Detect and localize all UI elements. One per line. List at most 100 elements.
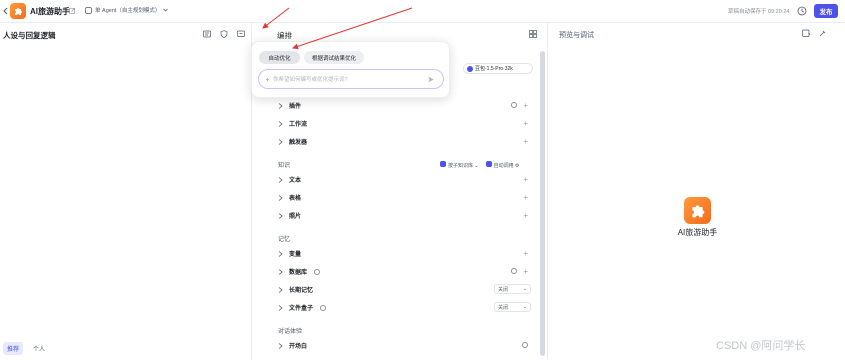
knowledge-row-label: 照片 bbox=[289, 214, 302, 220]
skill-row-workflow[interactable]: 工作流 + bbox=[278, 115, 534, 132]
chevron-down-icon bbox=[163, 8, 169, 12]
knowledge-icon bbox=[440, 161, 446, 167]
knowledge-auto-label: 自动调用 bbox=[493, 163, 514, 169]
optimize-prompt-input[interactable]: 你希望如何编写或优化提示词? bbox=[258, 69, 444, 89]
add-icon[interactable]: + bbox=[523, 101, 528, 110]
memory-row-file-box[interactable]: 文件盒子 关闭 ⌄ bbox=[278, 299, 534, 316]
shield-icon[interactable] bbox=[220, 30, 228, 38]
knowledge-row-text[interactable]: 文本 + bbox=[278, 171, 534, 188]
edit-icon[interactable] bbox=[69, 7, 76, 14]
chevron-right-icon bbox=[278, 138, 283, 145]
app-logo-icon bbox=[10, 3, 26, 19]
knowledge-row-label: 文本 bbox=[289, 178, 302, 184]
chevron-right-icon bbox=[278, 120, 283, 127]
autosave-status: 草稿自动保存于 09:20:24 bbox=[728, 9, 790, 15]
agent-mode-selector[interactable]: 单 Agent（自主规划模式） bbox=[85, 6, 169, 14]
history-icon[interactable] bbox=[797, 6, 807, 16]
skill-row-trigger[interactable]: 触发器 + bbox=[278, 133, 534, 150]
memory-row-long-term[interactable]: 长期记忆 关闭 ⌄ bbox=[278, 281, 534, 298]
skill-row-label: 触发器 bbox=[289, 140, 308, 146]
chevron-right-icon bbox=[278, 286, 283, 293]
add-icon[interactable]: + bbox=[523, 267, 528, 276]
persona-panel: 人设与回复逻辑 推荐 个人 bbox=[0, 23, 262, 360]
memory-row-label: 变量 bbox=[289, 252, 302, 258]
orchestration-title: 编排 bbox=[277, 31, 292, 40]
dialog-row-label: 开场白 bbox=[289, 344, 308, 350]
debug-optimize-chip[interactable]: 根据调试结果优化 bbox=[304, 51, 364, 64]
skill-row-plugins[interactable]: 插件 + bbox=[278, 97, 534, 114]
chevron-right-icon bbox=[278, 250, 283, 257]
agent-icon bbox=[85, 6, 92, 14]
send-icon[interactable] bbox=[428, 76, 434, 83]
chevron-right-icon bbox=[278, 102, 283, 109]
auto-call-icon bbox=[485, 161, 492, 167]
preview-settings-icon[interactable] bbox=[802, 29, 811, 38]
file-box-select[interactable]: 关闭 ⌄ bbox=[494, 302, 531, 312]
add-icon[interactable]: + bbox=[523, 193, 528, 202]
tab-recommended[interactable]: 推荐 bbox=[3, 342, 24, 355]
chevron-right-icon bbox=[278, 304, 283, 311]
database-label: 数据库 bbox=[289, 270, 308, 276]
memory-section-title: 记忆 bbox=[278, 237, 291, 243]
knowledge-row-table[interactable]: 表格 + bbox=[278, 189, 534, 206]
model-selector[interactable]: 豆包·1.5·Pro·32k bbox=[463, 63, 533, 74]
add-icon[interactable]: + bbox=[523, 211, 528, 220]
chevron-right-icon bbox=[278, 342, 283, 349]
knowledge-source-selector[interactable]: 按子知识库 ⌄ bbox=[440, 161, 479, 169]
persona-panel-title: 人设与回复逻辑 bbox=[3, 31, 56, 40]
watermark: CSDN @阿问学长 bbox=[716, 340, 806, 352]
preview-toolbar bbox=[802, 29, 827, 38]
agent-mode-label: 单 Agent（自主规划模式） bbox=[95, 8, 161, 14]
chevron-right-icon bbox=[278, 268, 283, 275]
add-icon[interactable]: + bbox=[523, 119, 528, 128]
info-icon[interactable] bbox=[320, 304, 327, 311]
prompt-optimize-popover: 自动优化 根据调试结果优化 你希望如何编写或优化提示词? bbox=[251, 41, 450, 98]
chevron-right-icon bbox=[278, 194, 283, 201]
add-icon[interactable]: + bbox=[523, 249, 528, 258]
knowledge-section-title: 知识 bbox=[278, 163, 291, 169]
knowledge-auto-call[interactable]: 自动调用 ⚙ bbox=[485, 161, 520, 169]
chevron-right-icon bbox=[278, 212, 283, 219]
auto-add-icon[interactable] bbox=[511, 102, 517, 108]
memory-row-variables[interactable]: 变量 + bbox=[278, 245, 534, 262]
dialog-section-title: 对话体验 bbox=[278, 329, 303, 335]
preview-title: 预览与调试 bbox=[559, 32, 594, 39]
model-icon bbox=[467, 65, 473, 72]
chevron-down-icon: ⌄ bbox=[522, 304, 527, 310]
file-box-label: 文件盒子 bbox=[289, 306, 314, 312]
dialog-row-opening[interactable]: 开场白 bbox=[278, 337, 534, 354]
model-label: 豆包·1.5·Pro·32k bbox=[475, 66, 513, 72]
add-icon[interactable]: + bbox=[523, 175, 528, 184]
sparkle-icon bbox=[265, 76, 270, 82]
chevron-right-icon bbox=[278, 176, 283, 183]
prompt-library-icon[interactable] bbox=[203, 30, 211, 38]
auto-add-icon[interactable] bbox=[522, 342, 528, 348]
select-value: 关闭 bbox=[498, 304, 509, 311]
info-icon[interactable] bbox=[314, 268, 321, 275]
long-term-memory-select[interactable]: 关闭 ⌄ bbox=[494, 284, 531, 294]
clear-chat-icon[interactable] bbox=[818, 29, 827, 38]
select-value: 关闭 bbox=[498, 286, 509, 293]
skill-row-label: 插件 bbox=[289, 104, 302, 110]
skill-row-label: 工作流 bbox=[289, 122, 308, 128]
publish-button[interactable]: 发布 bbox=[814, 4, 838, 18]
auto-add-icon[interactable] bbox=[511, 268, 517, 274]
tab-personal[interactable]: 个人 bbox=[29, 342, 49, 355]
app-title: AI旅游助手 bbox=[30, 7, 70, 16]
bot-avatar-icon bbox=[684, 197, 711, 224]
chevron-down-icon: ⌄ bbox=[522, 286, 527, 292]
add-icon[interactable]: + bbox=[523, 137, 528, 146]
top-bar: AI旅游助手 单 Agent（自主规划模式） 草稿自动保存于 09:20:24 … bbox=[0, 0, 845, 23]
memory-row-database[interactable]: 数据库 + bbox=[278, 263, 534, 280]
knowledge-controls: 按子知识库 ⌄ 自动调用 ⚙ bbox=[440, 161, 520, 169]
preview-panel: 预览与调试 AI旅游助手 bbox=[549, 23, 845, 360]
orchestration-scrollbar[interactable] bbox=[540, 51, 545, 356]
auto-optimize-chip[interactable]: 自动优化 bbox=[259, 51, 300, 64]
knowledge-row-label: 表格 bbox=[289, 196, 302, 202]
prompt-tabs: 推荐 个人 bbox=[0, 337, 252, 360]
layout-grid-icon[interactable] bbox=[529, 30, 537, 38]
message-icon[interactable] bbox=[237, 30, 245, 38]
bot-name: AI旅游助手 bbox=[677, 228, 718, 237]
knowledge-row-photo[interactable]: 照片 + bbox=[278, 207, 534, 224]
back-arrow-icon[interactable] bbox=[3, 7, 8, 15]
